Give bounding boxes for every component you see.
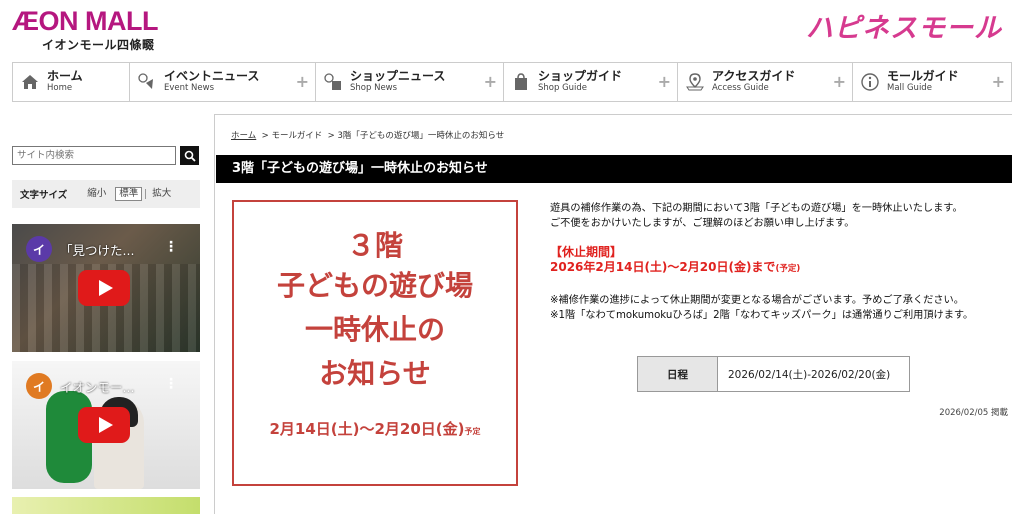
event-icon [138,73,156,91]
note-1: ※補修作業の進捗によって休止期間が変更となる場合がございます。予めご了承ください… [550,295,964,306]
shop-guide-icon [512,73,530,91]
breadcrumb-home[interactable]: ホーム [231,131,256,141]
expand-plus-icon[interactable]: + [658,74,671,90]
video-title[interactable]: イオンモー... [60,377,134,396]
nav-access-sublabel: Access Guide [712,83,769,94]
posted-date: 2026/02/05 掲載 [939,408,1008,418]
nav-shop-guide-label: ショップガイド [538,69,623,84]
poster-date: 2月14日(土)～2月20日(金)予定 [234,418,516,439]
nav-home-sublabel: Home [47,83,73,94]
sidebar-banner[interactable] [12,497,200,514]
content-top-rule [214,114,1012,115]
font-size-standard[interactable]: 標準 [115,187,143,201]
nav-shop-news-sublabel: Shop News [350,83,398,94]
play-icon [98,280,113,296]
breadcrumb-mall-guide[interactable]: > モールガイド [262,131,323,141]
more-options-icon[interactable]: ⋮ [164,377,178,391]
more-options-icon[interactable]: ⋮ [164,240,178,254]
nav-home-label: ホーム [47,69,83,84]
article-body: 遊具の補修作業の為、下記の期間において3階「子どもの遊び場」を一時休止いたします… [550,201,1002,323]
poster-line-2: 子どもの遊び場 [276,269,473,302]
home-icon [21,73,39,91]
note-2: ※1階「なわてmokumokuひろば」2階「なわてキッズパーク」は通常通りご利用… [550,310,974,321]
breadcrumb: ホーム > モールガイド > 3階「子どもの遊び場」一時休止のお知らせ [231,129,504,141]
period-heading: 【休止期間】 [550,245,623,259]
search-input[interactable] [12,146,176,165]
nav-shop-news-label: ショップニュース [350,69,446,84]
nav-item-shop-news[interactable]: ショップニュース Shop News + [316,63,504,101]
nav-item-shop-guide[interactable]: ショップガイド Shop Guide + [504,63,678,101]
video-title[interactable]: 「見つけた... [60,240,134,259]
schedule-table: 日程 2026/02/14(土)-2026/02/20(金) [637,356,910,392]
info-icon [861,73,879,91]
play-button[interactable] [78,270,130,306]
poster-line-3: 一時休止の [304,313,445,346]
shop-news-icon [324,73,342,91]
font-size-large[interactable]: 拡大 [145,189,177,199]
video-thumbnail[interactable]: イ 「見つけた... ⋮ [12,224,200,352]
content-divider [214,114,215,514]
page-title: 3階「子どもの遊び場」一時休止のお知らせ [216,155,1012,183]
font-size-label: 文字サイズ [20,190,68,201]
notice-poster-image: ３階 子どもの遊び場 一時休止の お知らせ 2月14日(土)～2月20日(金)予… [232,200,518,486]
expand-plus-icon[interactable]: + [992,74,1005,90]
nav-access-label: アクセスガイド [712,69,796,84]
happiness-mall-logo[interactable]: ハピネスモール [806,6,1002,45]
video-thumbnail[interactable]: イ イオンモー... ⋮ [12,361,200,489]
map-pin-icon [686,73,704,91]
search-button[interactable] [180,146,199,165]
site-search [12,146,200,166]
poster-line-1: ３階 [346,229,403,262]
nav-item-event-news[interactable]: イベントニュース Event News + [130,63,316,101]
nav-item-access-guide[interactable]: アクセスガイド Access Guide + [678,63,853,101]
logo-main-text: ÆON MALL [12,6,158,36]
period-dates: 2026年2月14日(土)～2月20日(金)まで [550,260,776,274]
search-icon [184,150,196,162]
nav-mall-guide-sublabel: Mall Guide [887,83,932,94]
nav-item-mall-guide[interactable]: モールガイド Mall Guide + [853,63,1011,101]
breadcrumb-current: > 3階「子どもの遊び場」一時休止のお知らせ [327,131,505,141]
poster-date-note: 予定 [464,427,481,436]
nav-shop-guide-sublabel: Shop Guide [538,83,588,94]
logo-sub-text: イオンモール四條畷 [42,38,155,52]
period-note: (予定) [775,264,801,274]
expand-plus-icon[interactable]: + [296,74,309,90]
channel-avatar[interactable]: イ [26,373,52,399]
expand-plus-icon[interactable]: + [484,74,497,90]
poster-date-text: 2月14日(土)～2月20日(金) [269,420,465,438]
schedule-value: 2026/02/14(土)-2026/02/20(金) [717,356,910,392]
nav-item-home[interactable]: ホーム Home [13,63,130,101]
play-icon [98,417,113,433]
nav-mall-guide-label: モールガイド [887,69,959,84]
expand-plus-icon[interactable]: + [833,74,846,90]
intro-line-2: ご不便をおかけいたしますが、ご理解のほどお願い申し上げます。 [550,218,855,229]
suspension-period: 【休止期間】 2026年2月14日(土)～2月20日(金)まで(予定) [550,245,1002,277]
poster-line-4: お知らせ [319,357,431,390]
channel-avatar[interactable]: イ [26,236,52,262]
nav-event-label: イベントニュース [164,69,260,84]
intro-line-1: 遊具の補修作業の為、下記の期間において3階「子どもの遊び場」を一時休止いたします… [550,203,963,214]
play-button[interactable] [78,407,130,443]
schedule-label: 日程 [637,356,718,392]
table-row: 日程 2026/02/14(土)-2026/02/20(金) [637,356,910,392]
global-nav: ホーム Home イベントニュース Event News + ショップニュース Sho… [12,62,1012,102]
font-size-small[interactable]: 縮小 [81,189,112,199]
aeon-mall-logo[interactable]: ÆON MALL イオンモール四條畷 [12,6,158,53]
nav-event-sublabel: Event News [164,83,215,94]
font-size-control: 文字サイズ 縮小 標準 拡大 [12,180,200,208]
